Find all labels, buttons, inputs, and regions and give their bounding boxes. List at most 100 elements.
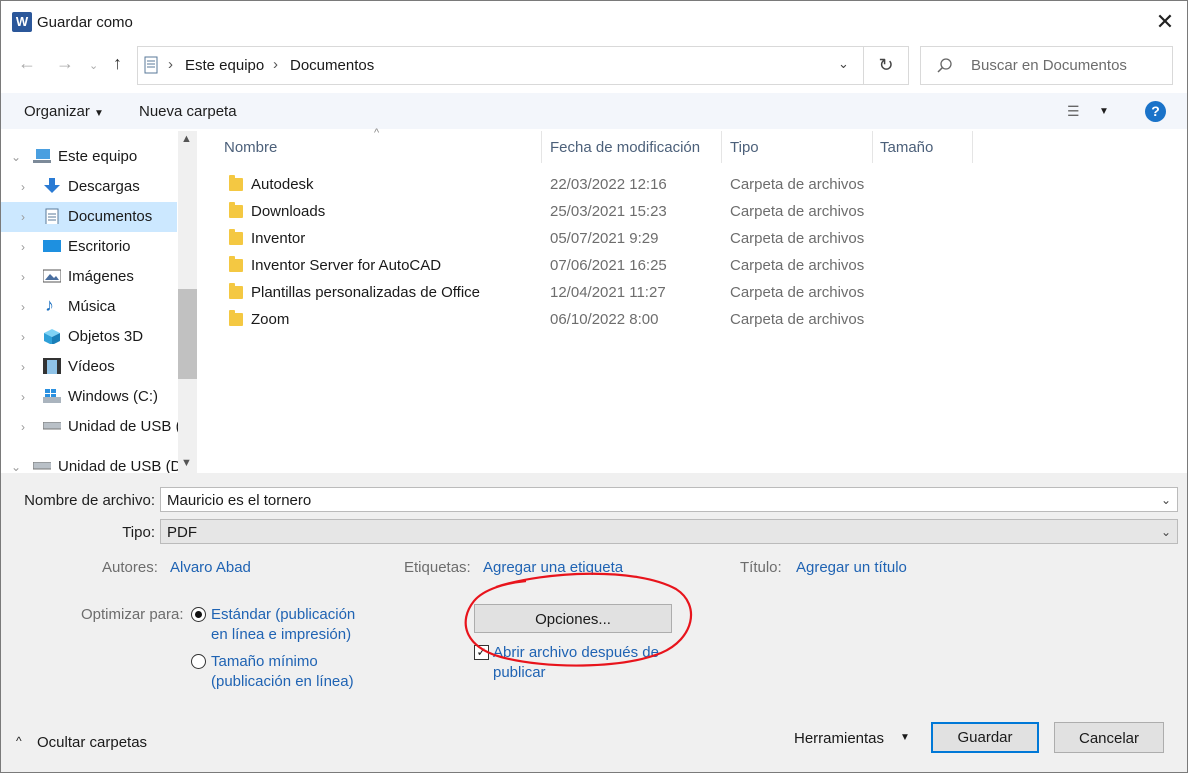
column-header-size[interactable]: Tamaño xyxy=(880,139,933,156)
folder-icon xyxy=(229,283,243,299)
file-row[interactable]: Autodesk 22/03/2022 12:16 Carpeta de arc… xyxy=(199,173,1187,200)
file-name: Plantillas personalizadas de Office xyxy=(251,284,481,301)
back-arrow-icon[interactable]: ← xyxy=(18,53,36,74)
file-date: 06/10/2022 8:00 xyxy=(550,311,659,328)
collapse-chevron-icon[interactable]: › xyxy=(21,240,25,254)
tree-item-musica[interactable]: › ♪ Música xyxy=(21,292,197,322)
tree-item-imagenes[interactable]: › Imágenes xyxy=(21,262,197,292)
tree-item-label: Música xyxy=(68,298,116,315)
type-select[interactable]: PDF ⌄ xyxy=(160,519,1178,544)
address-bar[interactable]: › Este equipo › Documentos ⌄ xyxy=(137,46,864,85)
tree-item-este-equipo[interactable]: ⌄ Este equipo xyxy=(11,142,187,172)
view-dropdown-icon[interactable]: ▼ xyxy=(1099,106,1109,117)
file-row[interactable]: Plantillas personalizadas de Office 12/0… xyxy=(199,281,1187,308)
tree-item-windows-c[interactable]: › Windows (C:) xyxy=(21,382,197,412)
organize-button[interactable]: Organizar ▼ xyxy=(24,103,104,120)
folder-icon xyxy=(229,175,243,191)
filename-dropdown-icon[interactable]: ⌄ xyxy=(1161,488,1171,513)
scrollbar-thumb[interactable] xyxy=(178,289,197,379)
file-row[interactable]: Zoom 06/10/2022 8:00 Carpeta de archivos xyxy=(199,308,1187,335)
forward-arrow-icon[interactable]: → xyxy=(56,53,74,74)
search-input[interactable]: Buscar en Documentos xyxy=(971,57,1127,74)
cancel-button[interactable]: Cancelar xyxy=(1054,722,1164,753)
tree-item-descargas[interactable]: › Descargas xyxy=(21,172,197,202)
title-bar: W Guardar como ✕ xyxy=(1,1,1187,45)
tree-item-videos[interactable]: › Vídeos xyxy=(21,352,197,382)
search-icon xyxy=(937,58,952,73)
optimize-minimum-radio[interactable] xyxy=(191,654,206,669)
file-row[interactable]: Inventor 05/07/2021 9:29 Carpeta de arch… xyxy=(199,227,1187,254)
up-arrow-icon[interactable]: ↑ xyxy=(113,53,122,74)
folder-icon xyxy=(229,310,243,326)
optimize-minimum-label-line2[interactable]: (publicación en línea) xyxy=(211,673,354,690)
breadcrumb-este-equipo[interactable]: Este equipo xyxy=(185,57,264,74)
file-name: Inventor Server for AutoCAD xyxy=(251,257,442,274)
column-header-type[interactable]: Tipo xyxy=(730,139,759,156)
optimize-standard-label-line2[interactable]: en línea e impresión) xyxy=(211,626,351,643)
type-dropdown-icon[interactable]: ⌄ xyxy=(1161,520,1171,545)
navigation-scrollbar[interactable]: ▲ ▼ xyxy=(178,131,197,473)
collapse-chevron-icon[interactable]: › xyxy=(21,300,25,314)
help-icon[interactable]: ? xyxy=(1145,101,1166,122)
scroll-up-icon[interactable]: ▲ xyxy=(181,133,192,145)
recent-locations-chevron-icon[interactable]: ⌄ xyxy=(89,59,98,72)
new-folder-button[interactable]: Nueva carpeta xyxy=(139,103,237,120)
collapse-chevron-icon[interactable]: › xyxy=(21,360,25,374)
tree-item-usb-d[interactable]: ⌄ Unidad de USB (D xyxy=(11,452,187,473)
tree-item-usb[interactable]: › Unidad de USB ( xyxy=(21,412,197,442)
dropdown-arrow-icon: ▼ xyxy=(94,108,104,119)
refresh-icon[interactable]: ↻ xyxy=(863,46,909,85)
optimize-standard-radio[interactable] xyxy=(191,607,206,622)
collapse-chevron-icon[interactable]: › xyxy=(21,390,25,404)
breadcrumb-separator-icon: › xyxy=(168,56,173,73)
authors-field[interactable]: Alvaro Abad xyxy=(170,559,251,576)
videos-icon xyxy=(43,358,61,374)
collapse-chevron-icon[interactable]: › xyxy=(21,270,25,284)
column-divider xyxy=(972,131,973,163)
collapse-chevron-icon[interactable]: › xyxy=(21,420,25,434)
tree-item-label: Documentos xyxy=(68,208,153,225)
usb-drive-icon xyxy=(33,462,51,470)
filename-label: Nombre de archivo: xyxy=(24,492,155,509)
breadcrumb-documentos[interactable]: Documentos xyxy=(290,57,374,74)
collapse-arrow-icon[interactable]: ^ xyxy=(16,734,22,748)
view-options-icon[interactable]: ☰ xyxy=(1067,103,1080,120)
tools-dropdown-icon[interactable]: ▼ xyxy=(900,732,910,743)
collapse-chevron-icon[interactable]: › xyxy=(21,180,25,194)
file-type: Carpeta de archivos xyxy=(730,203,865,220)
file-row[interactable]: Inventor Server for AutoCAD 07/06/2021 1… xyxy=(199,254,1187,281)
tree-item-documentos[interactable]: › Documentos xyxy=(1,202,177,232)
address-dropdown-icon[interactable]: ⌄ xyxy=(838,56,849,72)
title-label: Título: xyxy=(740,559,782,576)
hide-folders-button[interactable]: Ocultar carpetas xyxy=(37,734,147,751)
search-box[interactable]: Buscar en Documentos xyxy=(920,46,1173,85)
window-title: Guardar como xyxy=(37,14,133,31)
file-list: ^ Nombre Fecha de modificación Tipo Tama… xyxy=(199,127,1187,473)
title-field[interactable]: Agregar un título xyxy=(796,559,907,576)
type-label: Tipo: xyxy=(122,524,155,541)
file-row[interactable]: Downloads 25/03/2021 15:23 Carpeta de ar… xyxy=(199,200,1187,227)
authors-label: Autores: xyxy=(102,559,158,576)
optimize-standard-label[interactable]: Estándar (publicación xyxy=(211,606,355,623)
organize-label: Organizar xyxy=(24,103,90,120)
tree-item-escritorio[interactable]: › Escritorio xyxy=(21,232,197,262)
collapse-chevron-icon[interactable]: › xyxy=(21,210,25,224)
filename-input[interactable]: Mauricio es el tornero ⌄ xyxy=(160,487,1178,512)
expand-chevron-icon[interactable]: ⌄ xyxy=(11,460,21,473)
file-type: Carpeta de archivos xyxy=(730,311,865,328)
desktop-icon xyxy=(43,240,61,252)
save-button[interactable]: Guardar xyxy=(931,722,1039,753)
tools-button[interactable]: Herramientas xyxy=(794,730,884,747)
column-header-date[interactable]: Fecha de modificación xyxy=(550,139,700,156)
scroll-down-icon[interactable]: ▼ xyxy=(181,457,192,469)
expand-chevron-icon[interactable]: ⌄ xyxy=(11,150,21,164)
filename-value: Mauricio es el tornero xyxy=(167,492,312,509)
file-name: Zoom xyxy=(251,311,290,328)
file-date: 22/03/2022 12:16 xyxy=(550,176,667,193)
close-icon[interactable]: ✕ xyxy=(1151,7,1179,37)
column-header-name[interactable]: Nombre xyxy=(224,139,277,156)
optimize-minimum-label[interactable]: Tamaño mínimo xyxy=(211,653,318,670)
tree-item-label: Este equipo xyxy=(58,148,138,165)
tree-item-objetos-3d[interactable]: › Objetos 3D xyxy=(21,322,197,352)
collapse-chevron-icon[interactable]: › xyxy=(21,330,25,344)
